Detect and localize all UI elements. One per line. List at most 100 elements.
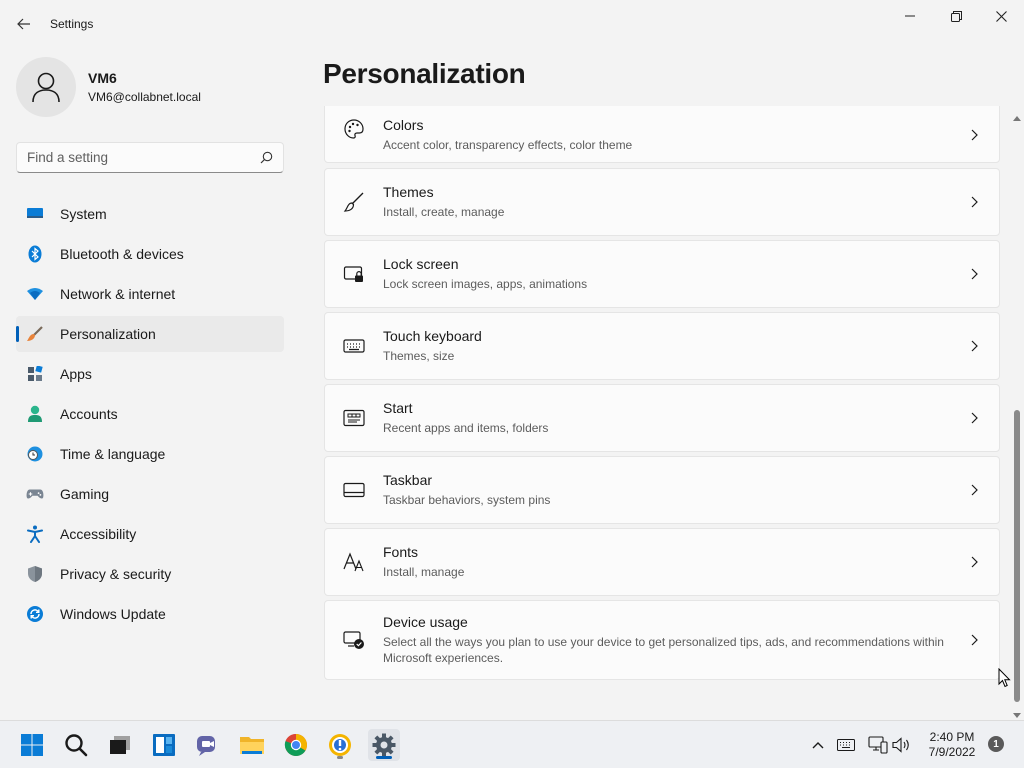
sidebar-item-label: Personalization	[60, 326, 156, 342]
search-box[interactable]	[16, 142, 284, 173]
widgets-icon[interactable]	[148, 729, 180, 761]
sidebar-item-accessibility[interactable]: Accessibility	[16, 516, 284, 552]
sidebar-item-label: Time & language	[60, 446, 166, 462]
system-icon	[26, 205, 44, 223]
accounts-icon	[26, 405, 44, 423]
scrollbar-thumb[interactable]	[1014, 410, 1020, 702]
sidebar-item-gaming[interactable]: Gaming	[16, 476, 284, 512]
card-subtitle: Themes, size	[383, 349, 455, 363]
settings-gear-icon[interactable]	[368, 729, 400, 761]
brush-icon	[343, 191, 365, 213]
card-touch-keyboard[interactable]: Touch keyboard Themes, size	[324, 312, 1000, 380]
teams-chat-icon[interactable]	[192, 729, 224, 761]
sidebar-item-bluetooth-devices[interactable]: Bluetooth & devices	[16, 236, 284, 272]
clock-globe-icon	[26, 445, 44, 463]
start-icon	[343, 407, 365, 429]
card-fonts[interactable]: Fonts Install, manage	[324, 528, 1000, 596]
card-colors[interactable]: Colors Accent color, transparency effect…	[324, 106, 1000, 163]
sidebar-item-label: Network & internet	[60, 286, 176, 302]
maximize-button[interactable]	[933, 0, 979, 32]
sidebar-item-system[interactable]: System	[16, 196, 284, 232]
clock-date: 7/9/2022	[928, 745, 976, 759]
back-button[interactable]	[12, 12, 36, 36]
keyboard-icon	[343, 335, 365, 357]
card-title: Themes	[383, 184, 434, 200]
volume-icon[interactable]	[892, 735, 912, 755]
card-title: Lock screen	[383, 256, 459, 272]
minimize-icon	[905, 15, 915, 17]
file-explorer-icon[interactable]	[236, 729, 268, 761]
running-indicator	[337, 756, 343, 759]
close-button[interactable]	[978, 0, 1024, 32]
maximize-icon	[950, 10, 962, 22]
card-start[interactable]: Start Recent apps and items, folders	[324, 384, 1000, 452]
sidebar-item-privacy-security[interactable]: Privacy & security	[16, 556, 284, 592]
user-icon	[32, 72, 60, 103]
chevron-right-icon	[969, 195, 979, 209]
taskbar-icon	[343, 479, 365, 501]
minimize-button[interactable]	[887, 0, 933, 32]
windows-start-icon[interactable]	[16, 729, 48, 761]
search-input[interactable]	[27, 150, 259, 165]
chevron-right-icon	[969, 633, 979, 647]
chevron-right-icon	[969, 483, 979, 497]
sidebar-item-network-internet[interactable]: Network & internet	[16, 276, 284, 312]
card-subtitle: Install, create, manage	[383, 205, 505, 219]
gamepad-icon	[26, 485, 44, 503]
sidebar-nav: System Bluetooth & devices Network & int…	[16, 196, 284, 636]
palette-icon	[343, 118, 365, 140]
sidebar-item-time-language[interactable]: Time & language	[16, 436, 284, 472]
chevron-right-icon	[969, 411, 979, 425]
task-view-icon[interactable]	[104, 729, 136, 761]
card-subtitle: Select all the ways you plan to use your…	[383, 635, 944, 665]
search-icon[interactable]	[259, 151, 273, 165]
chevron-up-icon[interactable]	[808, 735, 828, 755]
card-subtitle: Accent color, transparency effects, colo…	[383, 137, 633, 152]
chevron-right-icon	[969, 128, 979, 142]
search-icon[interactable]	[60, 729, 92, 761]
fonts-icon	[343, 551, 365, 573]
chrome-icon[interactable]	[280, 729, 312, 761]
sidebar-item-personalization[interactable]: Personalization	[16, 316, 284, 352]
scroll-down-arrow[interactable]	[1013, 706, 1021, 718]
network-icon[interactable]	[868, 735, 888, 755]
sidebar-item-apps[interactable]: Apps	[16, 356, 284, 392]
device-usage-icon	[343, 629, 365, 651]
sidebar-item-label: Apps	[60, 366, 92, 382]
avatar	[16, 57, 76, 117]
card-title: Touch keyboard	[383, 328, 482, 344]
sidebar-item-label: Gaming	[60, 486, 110, 502]
update-icon	[26, 605, 44, 623]
taskbar-clock[interactable]: 2:40 PM 7/9/2022	[918, 730, 986, 760]
card-title: Taskbar	[383, 472, 433, 488]
scroll-up-arrow[interactable]	[1013, 110, 1021, 121]
keyboard-layout-icon[interactable]	[836, 735, 856, 755]
card-subtitle: Recent apps and items, folders	[383, 421, 549, 435]
sidebar-item-accounts[interactable]: Accounts	[16, 396, 284, 432]
app-icon[interactable]	[324, 729, 356, 761]
lock-screen-icon	[343, 263, 365, 285]
sidebar-item-windows-update[interactable]: Windows Update	[16, 596, 284, 632]
clock-time: 2:40 PM	[929, 730, 975, 744]
card-lock-screen[interactable]: Lock screen Lock screen images, apps, an…	[324, 240, 1000, 308]
page-title: Personalization	[323, 58, 526, 89]
card-subtitle: Install, manage	[383, 565, 465, 579]
card-device-usage[interactable]: Device usage Select all the ways you pla…	[324, 600, 1000, 680]
sidebar-item-label: Privacy & security	[60, 566, 172, 582]
notification-badge[interactable]: 1	[988, 736, 1004, 752]
wifi-icon	[26, 285, 44, 303]
card-title: Start	[383, 400, 413, 416]
bluetooth-icon	[26, 245, 44, 263]
active-indicator	[376, 756, 392, 759]
taskbar: 2:40 PM 7/9/2022	[0, 720, 1024, 768]
profile-email: VM6@collabnet.local	[88, 90, 201, 104]
back-arrow-icon	[17, 18, 30, 30]
user-profile[interactable]: VM6 VM6@collabnet.local	[16, 57, 201, 117]
chevron-right-icon	[969, 339, 979, 353]
close-icon	[995, 10, 1007, 22]
card-themes[interactable]: Themes Install, create, manage	[324, 168, 1000, 236]
mouse-cursor-icon	[998, 667, 1012, 688]
card-subtitle: Taskbar behaviors, system pins	[383, 493, 551, 507]
card-taskbar[interactable]: Taskbar Taskbar behaviors, system pins	[324, 456, 1000, 524]
sidebar-item-label: System	[60, 206, 107, 222]
